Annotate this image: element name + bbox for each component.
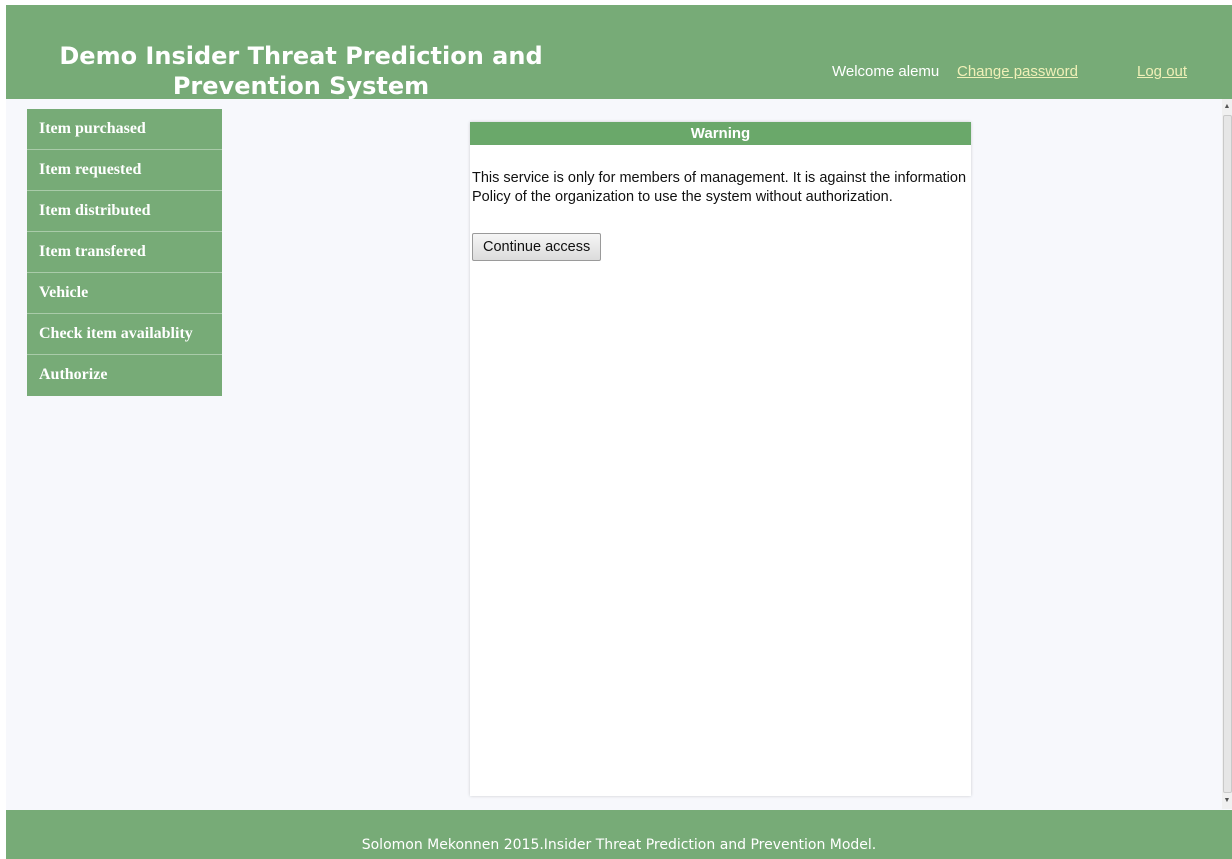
site-header: Demo Insider Threat Prediction and Preve… [6, 5, 1232, 99]
logout-link[interactable]: Log out [1137, 63, 1187, 80]
sidebar-item-item-transfered[interactable]: Item transfered [27, 232, 222, 273]
scroll-down-arrow-icon[interactable]: ▼ [1222, 795, 1232, 807]
site-footer: Solomon Mekonnen 2015.Insider Threat Pre… [6, 810, 1232, 859]
warning-panel: Warning This service is only for members… [470, 122, 971, 796]
page: Demo Insider Threat Prediction and Preve… [6, 5, 1232, 859]
scroll-up-arrow-icon[interactable]: ▲ [1222, 101, 1232, 113]
vertical-scrollbar[interactable]: ▲ ▼ [1222, 99, 1232, 809]
warning-message: This service is only for members of mana… [472, 170, 967, 205]
sidebar-item-check-item-availablity[interactable]: Check item availablity [27, 314, 222, 355]
change-password-link[interactable]: Change password [957, 63, 1078, 80]
site-title: Demo Insider Threat Prediction and Preve… [59, 42, 543, 99]
sidebar-item-vehicle[interactable]: Vehicle [27, 273, 222, 314]
warning-title: Warning [470, 122, 971, 145]
sidebar-item-item-distributed[interactable]: Item distributed [27, 191, 222, 232]
welcome-text: Welcome alemu [832, 63, 940, 80]
scrollbar-thumb[interactable] [1223, 115, 1232, 793]
sidebar-menu: Item purchased Item requested Item distr… [27, 109, 222, 396]
sidebar-item-item-requested[interactable]: Item requested [27, 150, 222, 191]
continue-access-button[interactable]: Continue access [472, 233, 602, 261]
sidebar-item-authorize[interactable]: Authorize [27, 355, 222, 396]
sidebar-item-item-purchased[interactable]: Item purchased [27, 109, 222, 150]
footer-text: Solomon Mekonnen 2015.Insider Threat Pre… [361, 837, 877, 853]
